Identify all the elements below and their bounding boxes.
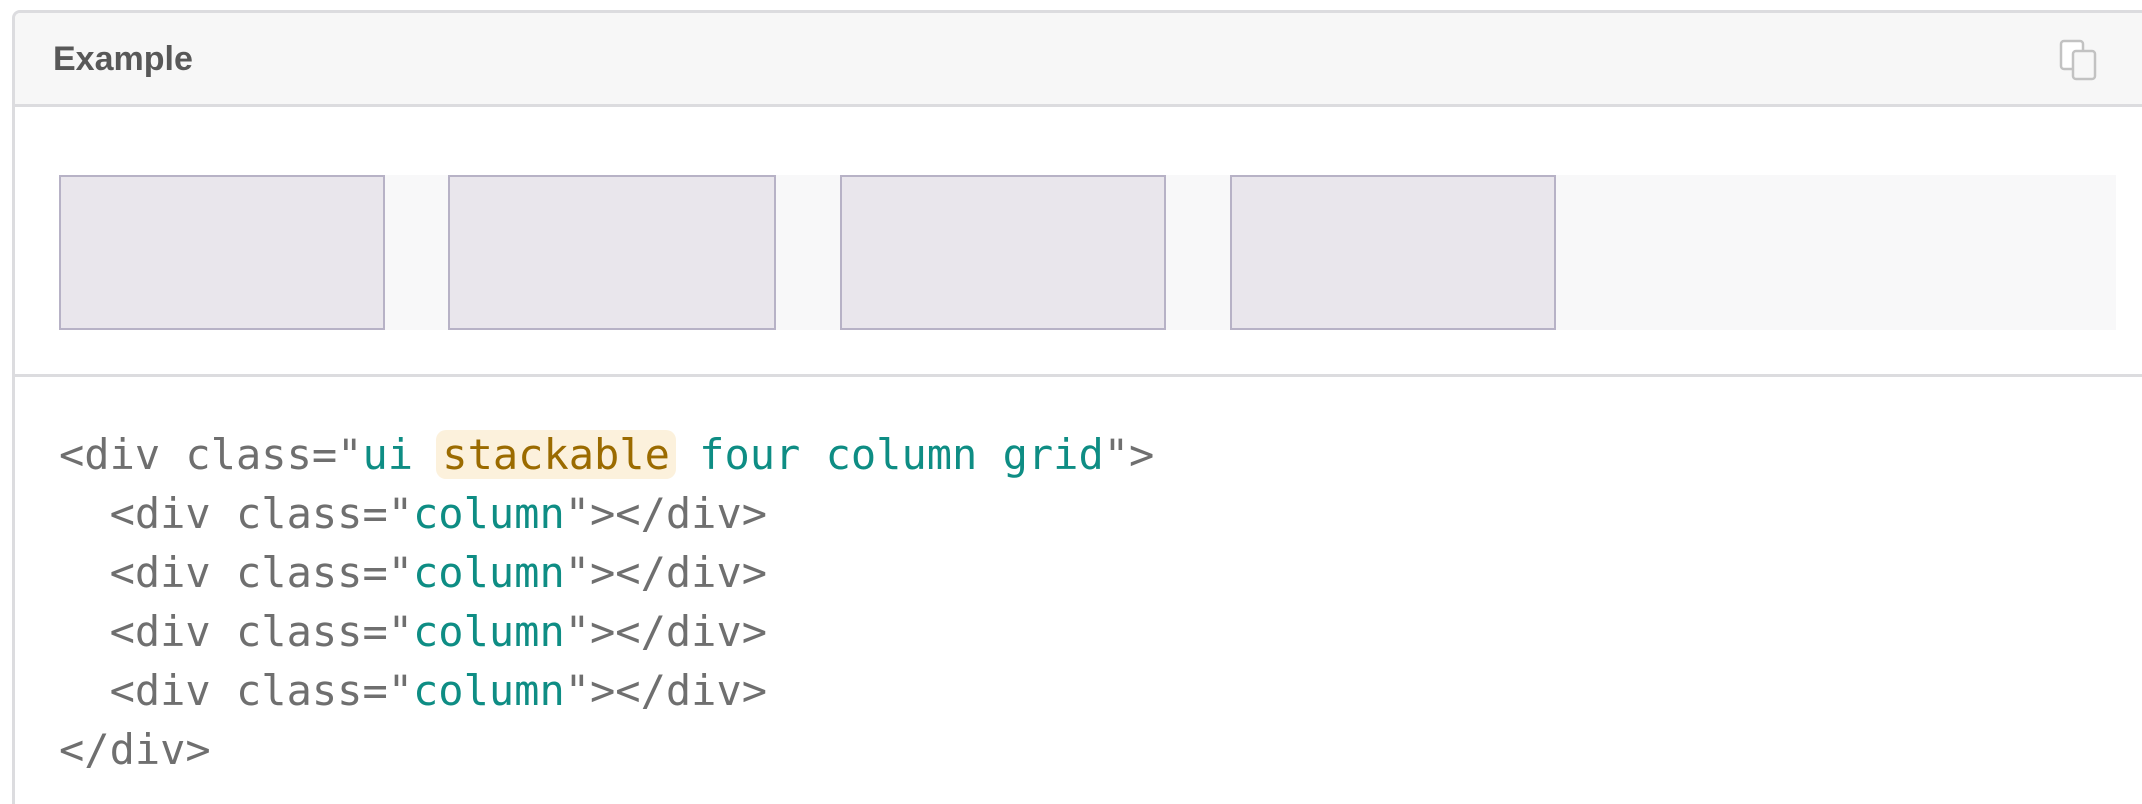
- example-title: Example: [53, 40, 193, 78]
- example-card: Example <div class="ui stackable four co…: [12, 10, 2142, 804]
- code-line: <div class="ui stackable four column gri…: [59, 430, 1155, 479]
- grid-column: [840, 175, 1166, 330]
- code-line: <div class="column"></div>: [109, 607, 768, 656]
- code-line: </div>: [59, 725, 211, 774]
- code-line: <div class="column"></div>: [109, 489, 768, 538]
- highlighted-class: stackable: [436, 430, 676, 479]
- grid-column: [1230, 175, 1556, 330]
- example-header: Example: [15, 13, 2142, 107]
- code-area: <div class="ui stackable four column gri…: [15, 377, 2142, 804]
- stackable-grid: [59, 175, 2116, 330]
- grid-column: [448, 175, 776, 330]
- copy-icon[interactable]: [2055, 37, 2103, 85]
- code-line: <div class="column"></div>: [109, 666, 768, 715]
- code-block: <div class="ui stackable four column gri…: [59, 425, 1154, 779]
- code-line: <div class="column"></div>: [109, 548, 768, 597]
- grid-preview: [15, 107, 2142, 377]
- grid-column: [59, 175, 385, 330]
